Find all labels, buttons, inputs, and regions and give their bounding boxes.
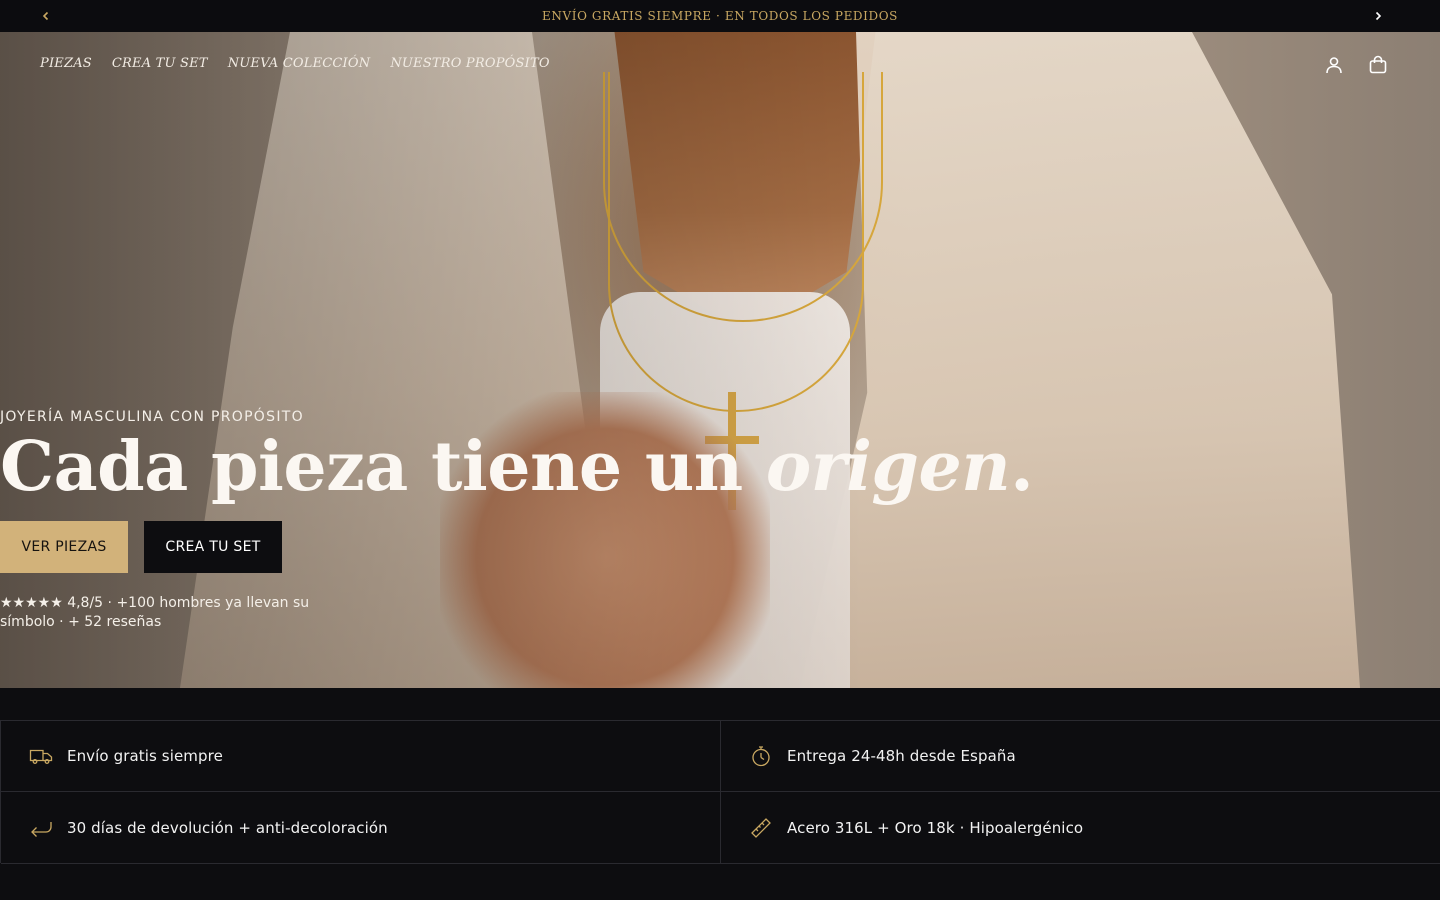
rating-summary: ★★★★★ 4,8/5 · +100 hombres ya llevan su …	[0, 595, 310, 630]
announcement-text: ENVÍO GRATIS SIEMPRE · EN TODOS LOS PEDI…	[542, 9, 898, 23]
ruler-icon	[749, 816, 773, 840]
return-arrow-icon	[29, 816, 53, 840]
hero-image-overlay	[0, 32, 1440, 688]
nav-item-nuestro-proposito[interactable]: NUESTRO PROPÓSITO	[390, 56, 549, 71]
hero-headline-main: Cada pieza tiene un	[0, 427, 766, 507]
feature-label: 30 días de devolución + anti-decoloració…	[67, 818, 388, 837]
header-icons	[1322, 53, 1390, 77]
feature-item: Entrega 24-48h desde España	[721, 721, 1440, 792]
truck-icon	[29, 744, 53, 768]
hero-headline-emphasis: origen	[765, 427, 1011, 507]
nav-item-nueva-coleccion[interactable]: NUEVA COLECCIÓN	[228, 56, 371, 71]
feature-item: Acero 316L + Oro 18k · Hipoalergénico	[721, 792, 1440, 864]
feature-item: Envío gratis siempre	[1, 721, 721, 792]
feature-item: 30 días de devolución + anti-decoloració…	[1, 792, 721, 864]
hero-banner	[0, 32, 1440, 688]
main-nav: PIEZAS CREA TU SET NUEVA COLECCIÓN NUEST…	[40, 56, 550, 71]
features-grid: Envío gratis siempre Entrega 24-48h desd…	[0, 720, 1440, 864]
nav-item-piezas[interactable]: PIEZAS	[40, 56, 92, 71]
ver-piezas-button[interactable]: VER PIEZAS	[0, 521, 128, 573]
hero-headline-end: .	[1010, 427, 1034, 507]
announcement-bar: ENVÍO GRATIS SIEMPRE · EN TODOS LOS PEDI…	[0, 0, 1440, 32]
feature-label: Envío gratis siempre	[67, 747, 223, 765]
stopwatch-icon	[749, 744, 773, 768]
chevron-right-icon[interactable]	[1370, 8, 1386, 24]
hero-eyebrow: JOYERÍA MASCULINA CON PROPÓSITO	[0, 409, 304, 425]
shopping-bag-icon[interactable]	[1366, 53, 1390, 77]
hero-headline: Cada pieza tiene un origen.	[0, 427, 1034, 507]
user-icon[interactable]	[1322, 53, 1346, 77]
nav-item-crea-tu-set[interactable]: CREA TU SET	[112, 56, 208, 71]
crea-tu-set-button[interactable]: CREA TU SET	[144, 521, 282, 573]
chevron-left-icon[interactable]	[38, 8, 54, 24]
feature-label: Entrega 24-48h desde España	[787, 747, 1016, 765]
feature-label: Acero 316L + Oro 18k · Hipoalergénico	[787, 818, 1084, 837]
